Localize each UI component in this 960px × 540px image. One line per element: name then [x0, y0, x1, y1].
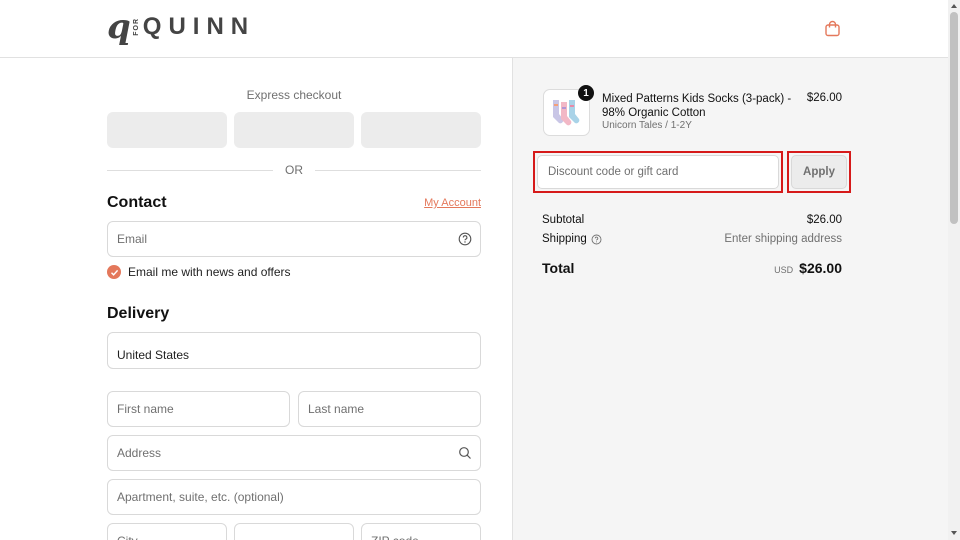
express-checkout-title: Express checkout — [246, 88, 342, 102]
product-variant: Unicorn Tales / 1-2Y — [602, 120, 692, 131]
total-amount-group: USD $26.00 — [774, 260, 842, 276]
shipping-row: Shipping Enter shipping address — [542, 233, 842, 245]
apartment-input[interactable] — [108, 480, 480, 514]
shipping-value: Enter shipping address — [724, 233, 842, 245]
zip-field[interactable] — [361, 523, 481, 540]
scroll-up-icon[interactable] — [951, 3, 957, 9]
product-price: $26.00 — [806, 92, 842, 104]
apply-highlight: Apply — [787, 151, 851, 193]
discount-input[interactable] — [538, 156, 778, 188]
express-pay-button-2[interactable] — [234, 112, 354, 148]
logo-for: FOR — [132, 18, 140, 36]
shipping-label-group: Shipping — [542, 233, 602, 245]
email-input[interactable] — [108, 222, 480, 256]
question-circle-icon[interactable] — [591, 234, 602, 245]
address-input[interactable] — [108, 436, 480, 470]
discount-field[interactable] — [537, 155, 779, 189]
city-input[interactable] — [108, 524, 226, 540]
subtotal-value: $26.00 — [806, 214, 842, 226]
country-select[interactable]: United States — [107, 332, 481, 369]
question-circle-icon[interactable] — [458, 232, 472, 246]
delivery-title: Delivery — [107, 305, 170, 322]
address-field[interactable] — [107, 435, 481, 471]
product-title: Mixed Patterns Kids Socks (3-pack) - 98%… — [602, 93, 792, 119]
or-divider: OR — [107, 162, 481, 178]
scrollbar[interactable] — [948, 0, 960, 540]
first-name-input[interactable] — [108, 392, 289, 426]
contact-title: Contact — [107, 194, 167, 211]
header: q FOR QUINN — [0, 0, 948, 58]
shipping-label: Shipping — [542, 233, 587, 245]
newsletter-checkbox[interactable] — [107, 265, 121, 279]
logo-text: QUINN — [142, 13, 256, 40]
divider-line — [315, 169, 481, 171]
express-pay-button-3[interactable] — [361, 112, 481, 148]
newsletter-option[interactable]: Email me with news and offers — [107, 264, 291, 280]
apartment-field[interactable] — [107, 479, 481, 515]
total-label: Total — [542, 260, 575, 276]
total-amount: $26.00 — [799, 260, 842, 276]
discount-highlight — [533, 151, 783, 193]
shopping-bag-icon[interactable] — [824, 20, 841, 37]
or-label: OR — [285, 163, 303, 177]
scroll-thumb[interactable] — [950, 12, 958, 224]
scroll-down-icon[interactable] — [951, 530, 957, 536]
first-name-field[interactable] — [107, 391, 290, 427]
last-name-input[interactable] — [299, 392, 480, 426]
apply-button[interactable]: Apply — [791, 155, 847, 189]
divider-line — [107, 169, 273, 171]
quantity-badge: 1 — [578, 85, 594, 101]
currency-code: USD — [774, 265, 794, 275]
newsletter-label: Email me with news and offers — [128, 265, 291, 279]
subtotal-label: Subtotal — [542, 214, 585, 226]
country-value: United States — [117, 347, 190, 362]
express-pay-button-1[interactable] — [107, 112, 227, 148]
city-field[interactable] — [107, 523, 227, 540]
zip-input[interactable] — [362, 524, 480, 540]
last-name-field[interactable] — [298, 391, 481, 427]
logo-mark: q — [107, 7, 131, 47]
total-row: Total USD $26.00 — [542, 260, 842, 276]
search-icon — [459, 447, 471, 459]
brand-logo[interactable]: q FOR QUINN — [107, 10, 255, 44]
subtotal-row: Subtotal $26.00 — [542, 214, 842, 226]
my-account-link[interactable]: My Account — [400, 197, 481, 209]
state-field[interactable] — [234, 523, 354, 540]
checkmark-icon — [110, 269, 118, 276]
email-field[interactable] — [107, 221, 481, 257]
